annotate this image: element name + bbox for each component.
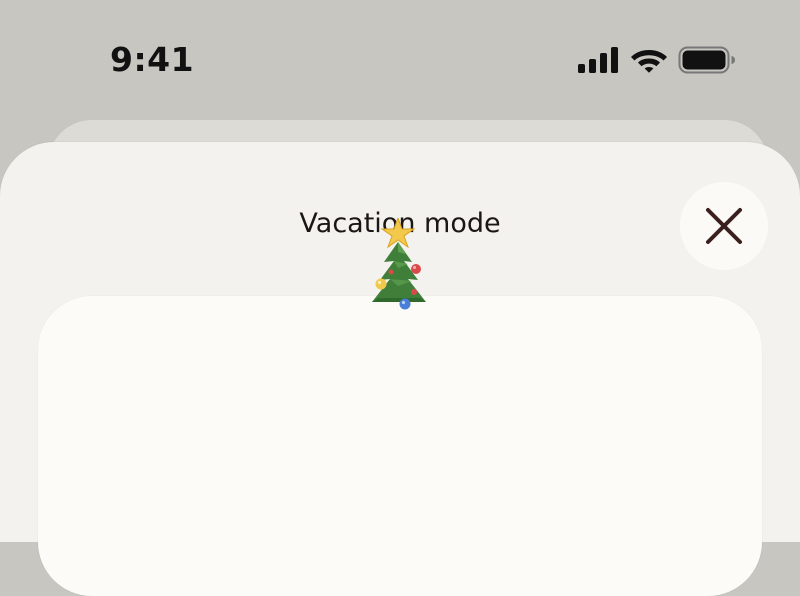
cellular-signal-icon: [578, 47, 620, 73]
vacation-mode-sheet: Vacation mode: [0, 142, 800, 596]
vacation-card: [38, 296, 762, 596]
christmas-tree-icon: [354, 216, 444, 318]
wifi-icon: [630, 46, 668, 74]
status-icons: [578, 44, 736, 76]
status-bar: 9:41: [0, 0, 800, 120]
close-icon: [704, 206, 744, 246]
close-button[interactable]: [680, 182, 768, 270]
battery-icon: [678, 46, 736, 74]
status-time: 9:41: [110, 40, 195, 79]
